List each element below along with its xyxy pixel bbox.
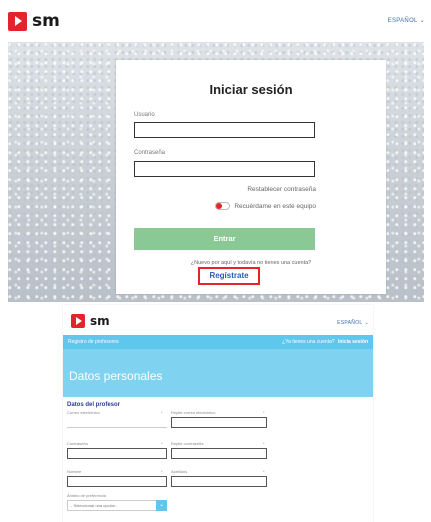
chevron-down-icon: ⌄ xyxy=(419,18,425,24)
required-marker: * xyxy=(263,441,265,446)
surname-input[interactable] xyxy=(171,476,267,487)
password-input[interactable] xyxy=(134,161,315,177)
login-link[interactable]: Inicia sesión xyxy=(338,339,368,345)
registration-screenshot: sm ESPAÑOL ⌄ Registro de profesores ¿Ya t… xyxy=(63,305,373,522)
surname-label: Apellidos xyxy=(171,469,188,474)
password-label: Contraseña xyxy=(67,441,88,446)
email-repeat-label: Repite correo electrónico xyxy=(171,410,216,415)
email-input[interactable] xyxy=(67,417,167,428)
play-logo-icon xyxy=(71,314,85,328)
login-prompt: ¿Ya tienes una cuenta? Inicia sesión xyxy=(282,339,368,345)
name-label: Nombre xyxy=(67,469,82,474)
registration-nav-title: Registro de profesores xyxy=(68,339,119,345)
sm-logo[interactable]: sm xyxy=(8,11,60,31)
banner-title: Datos personales xyxy=(69,369,163,383)
name-input[interactable] xyxy=(67,476,167,487)
language-label: ESPAÑOL xyxy=(387,18,418,24)
register-button[interactable]: Regístrate xyxy=(198,267,260,285)
login-question: ¿Ya tienes una cuenta? xyxy=(282,339,335,345)
new-account-text: ¿Nuevo por aquí y todavía no tienes una … xyxy=(190,260,312,266)
section-title: Datos del profesor xyxy=(67,402,121,408)
registration-logo-text: sm xyxy=(90,314,110,328)
registration-language-label: ESPAÑOL xyxy=(337,320,363,326)
reset-password-link[interactable]: Restablecer contraseña xyxy=(247,186,316,193)
required-marker: * xyxy=(263,469,265,474)
select-placeholder: - Seleccionar una opción - xyxy=(71,503,118,508)
email-label: Correo electrónico xyxy=(67,410,100,415)
teacher-data-section: Datos del profesor Correo electrónico * … xyxy=(63,397,373,522)
registration-banner: Datos personales xyxy=(63,349,373,397)
enter-button[interactable]: Entrar xyxy=(134,228,315,250)
chevron-down-icon: ⌄ xyxy=(364,320,369,326)
registration-logo[interactable]: sm xyxy=(71,314,110,328)
required-marker: * xyxy=(161,469,163,474)
username-label: Usuario xyxy=(134,112,155,118)
required-marker: * xyxy=(161,410,163,415)
login-title: Iniciar sesión xyxy=(209,82,293,97)
play-logo-icon xyxy=(8,11,27,31)
chevron-down-icon[interactable]: ⌄ xyxy=(156,500,167,511)
required-marker: * xyxy=(161,441,163,446)
required-marker: * xyxy=(263,410,265,415)
top-header: sm ESPAÑOL ⌄ xyxy=(0,0,431,42)
profile-label: Ámbito de preferencia xyxy=(67,493,107,498)
registration-nav-bar: Registro de profesores ¿Ya tienes una cu… xyxy=(63,335,373,349)
password-input[interactable] xyxy=(67,448,167,459)
remember-toggle[interactable] xyxy=(215,202,231,210)
logo-text: sm xyxy=(32,11,60,31)
password-label: Contraseña xyxy=(134,150,166,156)
page-root: sm ESPAÑOL ⌄ Iniciar sesión Usuario Contr… xyxy=(0,0,431,522)
password-repeat-input[interactable] xyxy=(171,448,267,459)
remember-me[interactable]: Recuérdame en este equipo xyxy=(215,202,316,210)
password-repeat-label: Repite contraseña xyxy=(171,441,204,446)
registration-language-selector[interactable]: ESPAÑOL ⌄ xyxy=(337,320,369,326)
email-repeat-input[interactable] xyxy=(171,417,267,428)
username-input[interactable] xyxy=(134,122,315,138)
profile-select[interactable]: - Seleccionar una opción - ⌄ xyxy=(67,500,167,511)
remember-label: Recuérdame en este equipo xyxy=(234,202,316,210)
login-card: Iniciar sesión Usuario Contraseña Restab… xyxy=(116,60,386,294)
language-selector[interactable]: ESPAÑOL ⌄ xyxy=(388,17,425,24)
